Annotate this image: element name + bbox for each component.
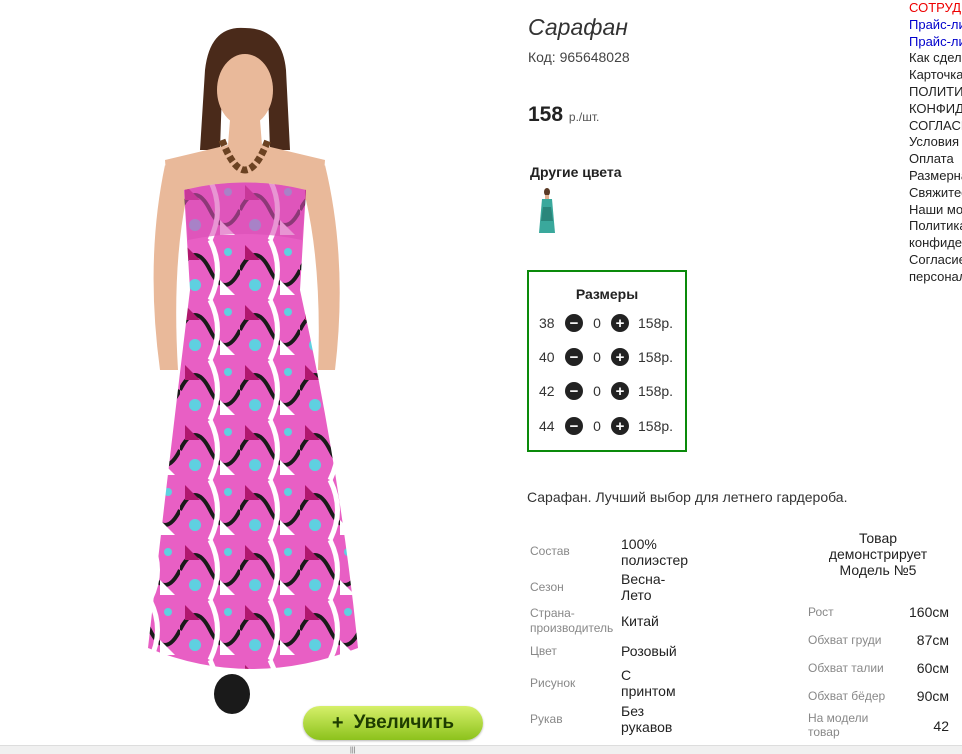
- model-measure-label: Рост: [808, 605, 834, 619]
- zoom-button-label: Увеличить: [353, 712, 455, 733]
- model-measure-value: 90см: [916, 688, 949, 704]
- side-link[interactable]: Прайс-лист: [909, 17, 962, 34]
- side-link[interactable]: Размерная сетка: [909, 168, 962, 185]
- spec-label: Рукав: [530, 712, 563, 726]
- side-link[interactable]: СОТРУДНИЧЕСТВО: [909, 0, 962, 17]
- minus-icon[interactable]: −: [565, 382, 583, 400]
- size-row: 42 − 0 + 158р.: [539, 381, 673, 401]
- quantity-value: 0: [593, 383, 601, 399]
- model-measure-label: На модели товар: [808, 711, 869, 739]
- side-link[interactable]: Согласие: [909, 252, 962, 269]
- model-measure-value: 87см: [916, 632, 949, 648]
- size-price: 158р.: [638, 315, 674, 331]
- zoom-button[interactable]: + Увеличить: [303, 706, 483, 740]
- price-unit: р./шт.: [568, 110, 600, 124]
- spec-label: Состав: [530, 544, 570, 558]
- other-colors-heading: Другие цвета: [530, 164, 622, 180]
- minus-icon[interactable]: −: [565, 314, 583, 332]
- spec-label: Цвет: [530, 644, 557, 658]
- spec-value: Китай: [621, 613, 659, 629]
- quantity-value: 0: [593, 349, 601, 365]
- model-in-dress-image: [148, 27, 358, 714]
- model-measure-label: Обхват груди: [808, 633, 882, 647]
- side-link[interactable]: персональных: [909, 269, 962, 286]
- minus-icon[interactable]: −: [565, 348, 583, 366]
- color-variant-thumbnail[interactable]: [533, 187, 561, 235]
- model-measure-label: Обхват талии: [808, 661, 884, 675]
- size-row: 38 − 0 + 158р.: [539, 313, 673, 333]
- plus-icon[interactable]: +: [611, 417, 629, 435]
- spec-label: Сезон: [530, 580, 564, 594]
- side-link[interactable]: конфиденциальности: [909, 235, 962, 252]
- product-code: Код: 965648028: [528, 49, 630, 65]
- size-label: 42: [539, 383, 555, 399]
- size-row: 40 − 0 + 158р.: [539, 347, 673, 367]
- side-link[interactable]: Наши модели: [909, 202, 962, 219]
- spec-value: Весна-Лето: [621, 571, 666, 603]
- side-link[interactable]: Оплата: [909, 151, 962, 168]
- side-link[interactable]: КОНФИДЕНЦИАЛЬНОСТИ: [909, 101, 962, 118]
- side-link[interactable]: СОГЛАСИЕ: [909, 118, 962, 135]
- side-link[interactable]: ПОЛИТИКА: [909, 84, 962, 101]
- spec-value: Розовый: [621, 643, 677, 659]
- model-measure-value: 42: [933, 718, 949, 734]
- minus-icon[interactable]: −: [565, 417, 583, 435]
- spec-value: 100% полиэстер: [621, 536, 689, 568]
- side-link[interactable]: Политика: [909, 218, 962, 235]
- spec-value: С принтом: [621, 667, 676, 699]
- sizes-panel: Размеры 38 − 0 + 158р. 40 − 0 + 158р. 42…: [527, 270, 687, 452]
- size-label: 38: [539, 315, 555, 331]
- plus-icon[interactable]: +: [611, 382, 629, 400]
- product-description: Сарафан. Лучший выбор для летнего гардер…: [527, 489, 848, 505]
- model-heading: Товар демонстрирует Модель №5: [828, 530, 928, 578]
- side-link[interactable]: Как сделать заказ: [909, 50, 962, 67]
- side-link[interactable]: Прайс-лист: [909, 34, 962, 51]
- product-photo[interactable]: + Увеличить: [0, 0, 500, 745]
- quantity-value: 0: [593, 315, 601, 331]
- sizes-title: Размеры: [575, 286, 639, 302]
- spec-label: Рисунок: [530, 676, 576, 690]
- side-link[interactable]: Свяжитесь: [909, 185, 962, 202]
- model-measure-label: Обхват бёдер: [808, 689, 886, 703]
- price-value: 158: [528, 103, 564, 126]
- product-title: Сарафан: [528, 14, 628, 40]
- plus-icon[interactable]: +: [611, 314, 629, 332]
- model-measure-value: 160см: [909, 604, 949, 620]
- size-price: 158р.: [638, 383, 674, 399]
- spec-value: Без рукавов: [621, 703, 673, 735]
- size-label: 40: [539, 349, 555, 365]
- product-price: 158 р./шт.: [528, 103, 599, 127]
- quantity-value: 0: [593, 418, 601, 434]
- plus-icon[interactable]: +: [611, 348, 629, 366]
- model-measure-value: 60см: [916, 660, 949, 676]
- side-link[interactable]: Условия: [909, 134, 962, 151]
- size-row: 44 − 0 + 158р.: [539, 416, 673, 436]
- side-link[interactable]: Карточка: [909, 67, 962, 84]
- size-label: 44: [539, 418, 555, 434]
- size-price: 158р.: [638, 418, 674, 434]
- plus-icon: +: [331, 711, 344, 734]
- side-links-panel: СОТРУДНИЧЕСТВО Прайс-лист Прайс-лист Как…: [909, 0, 962, 286]
- size-price: 158р.: [638, 349, 674, 365]
- spec-label: Страна-производитель: [530, 606, 614, 635]
